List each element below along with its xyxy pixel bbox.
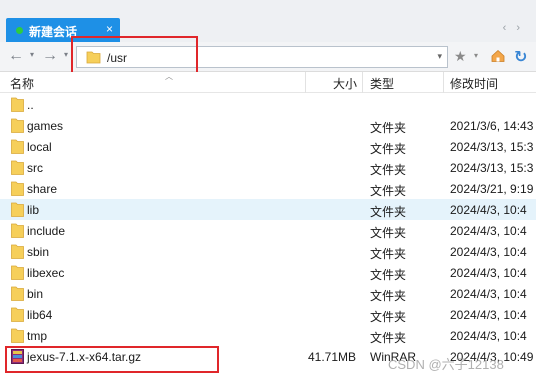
file-type: 文件夹 bbox=[370, 121, 407, 135]
forward-dropdown-icon[interactable]: ▾ bbox=[61, 50, 71, 62]
file-row[interactable]: .. bbox=[0, 94, 536, 115]
file-name: .. bbox=[27, 98, 34, 112]
file-name: lib bbox=[27, 203, 40, 217]
file-modified: 2024/4/3, 10:4 bbox=[450, 308, 527, 322]
file-modified: 2024/3/13, 15:3 bbox=[450, 161, 534, 175]
file-modified: 2024/4/3, 10:4 bbox=[450, 287, 527, 301]
connection-status-dot bbox=[16, 27, 23, 34]
file-modified: 2024/4/3, 10:4 bbox=[450, 203, 527, 217]
column-divider[interactable] bbox=[443, 72, 444, 93]
header-size[interactable]: 大小 bbox=[333, 75, 357, 92]
folder-icon bbox=[11, 181, 24, 196]
file-name: lib64 bbox=[27, 308, 53, 322]
sftp-file-browser: 新建会话 × ‹› ← ▾ → ▾ /usr ▾ ★ ▾ ↻ ︿ 名称 大小 类… bbox=[0, 0, 536, 380]
folder-icon bbox=[11, 118, 24, 133]
list-header: ︿ 名称 大小 类型 修改时间 bbox=[0, 72, 536, 93]
file-name: sbin bbox=[27, 245, 50, 259]
bookmark-star-icon[interactable]: ★ bbox=[454, 48, 467, 65]
file-modified: 2021/3/6, 14:43 bbox=[450, 119, 534, 133]
header-modified[interactable]: 修改时间 bbox=[450, 75, 498, 92]
file-name: include bbox=[27, 224, 66, 238]
file-modified: 2024/3/13, 15:3 bbox=[450, 140, 534, 154]
folder-icon bbox=[11, 223, 24, 238]
column-divider[interactable] bbox=[362, 72, 363, 93]
tab-scroll-arrows: ‹› bbox=[503, 22, 530, 34]
file-type: 文件夹 bbox=[370, 268, 407, 282]
file-row[interactable]: libexec 文件夹 2024/4/3, 10:4 bbox=[0, 262, 536, 283]
home-icon[interactable] bbox=[491, 49, 505, 62]
folder-icon bbox=[11, 160, 24, 175]
file-highlight-box bbox=[5, 346, 219, 373]
file-type: 文件夹 bbox=[370, 163, 407, 177]
file-type: 文件夹 bbox=[370, 310, 407, 324]
header-type[interactable]: 类型 bbox=[370, 75, 394, 92]
header-name[interactable]: 名称 bbox=[10, 75, 34, 92]
file-type: 文件夹 bbox=[370, 289, 407, 303]
file-row[interactable]: src 文件夹 2024/3/13, 15:3 bbox=[0, 157, 536, 178]
tab-close-icon[interactable]: × bbox=[106, 22, 113, 36]
file-type: 文件夹 bbox=[370, 331, 407, 345]
file-row[interactable]: include 文件夹 2024/4/3, 10:4 bbox=[0, 220, 536, 241]
refresh-icon[interactable]: ↻ bbox=[514, 47, 527, 67]
file-name: tmp bbox=[27, 329, 48, 343]
file-name: libexec bbox=[27, 266, 65, 280]
file-modified: 2024/4/3, 10:4 bbox=[450, 329, 527, 343]
folder-icon bbox=[11, 97, 24, 112]
back-arrow-icon[interactable]: ← bbox=[6, 47, 26, 65]
file-row[interactable]: bin 文件夹 2024/4/3, 10:4 bbox=[0, 283, 536, 304]
file-type: 文件夹 bbox=[370, 205, 407, 219]
folder-icon bbox=[11, 265, 24, 280]
tab-next-icon[interactable]: › bbox=[516, 22, 530, 34]
file-name: share bbox=[27, 182, 58, 196]
file-row[interactable]: lib64 文件夹 2024/4/3, 10:4 bbox=[0, 304, 536, 325]
tab-prev-icon[interactable]: ‹ bbox=[503, 22, 517, 34]
file-type: 文件夹 bbox=[370, 184, 407, 198]
watermark: CSDN @六子12138 bbox=[388, 357, 504, 372]
file-modified: 2024/4/3, 10:4 bbox=[450, 245, 527, 259]
bookmark-dropdown-icon[interactable]: ▾ bbox=[474, 51, 478, 60]
file-row[interactable]: local 文件夹 2024/3/13, 15:3 bbox=[0, 136, 536, 157]
file-row[interactable]: share 文件夹 2024/3/21, 9:19 bbox=[0, 178, 536, 199]
file-name: local bbox=[27, 140, 52, 154]
folder-icon bbox=[11, 202, 24, 217]
file-size: 41.71MB bbox=[307, 350, 356, 364]
tab-label: 新建会话 bbox=[29, 25, 78, 39]
folder-icon bbox=[11, 307, 24, 322]
file-modified: 2024/4/3, 10:4 bbox=[450, 224, 527, 238]
file-type: 文件夹 bbox=[370, 226, 407, 240]
file-row[interactable]: tmp 文件夹 2024/4/3, 10:4 bbox=[0, 325, 536, 346]
file-type: 文件夹 bbox=[370, 247, 407, 261]
forward-arrow-icon[interactable]: → bbox=[40, 47, 60, 65]
file-name: games bbox=[27, 119, 64, 133]
path-dropdown-icon[interactable]: ▾ bbox=[437, 51, 442, 62]
folder-icon bbox=[11, 286, 24, 301]
file-row[interactable]: lib 文件夹 2024/4/3, 10:4 bbox=[0, 199, 536, 220]
file-name: src bbox=[27, 161, 43, 175]
folder-icon bbox=[11, 328, 24, 343]
file-type: 文件夹 bbox=[370, 142, 407, 156]
back-dropdown-icon[interactable]: ▾ bbox=[27, 50, 37, 62]
file-list: .. games 文件夹 2021/3/6, 14:43 local 文件夹 2024/3/… bbox=[0, 94, 536, 380]
sort-arrow-icon: ︿ bbox=[165, 72, 173, 81]
file-modified: 2024/4/3, 10:4 bbox=[450, 266, 527, 280]
file-row[interactable]: sbin 文件夹 2024/4/3, 10:4 bbox=[0, 241, 536, 262]
column-divider[interactable] bbox=[305, 72, 306, 93]
folder-icon bbox=[11, 139, 24, 154]
file-modified: 2024/3/21, 9:19 bbox=[450, 182, 534, 196]
file-row[interactable]: games 文件夹 2021/3/6, 14:43 bbox=[0, 115, 536, 136]
file-name: bin bbox=[27, 287, 44, 301]
folder-icon bbox=[11, 244, 24, 259]
